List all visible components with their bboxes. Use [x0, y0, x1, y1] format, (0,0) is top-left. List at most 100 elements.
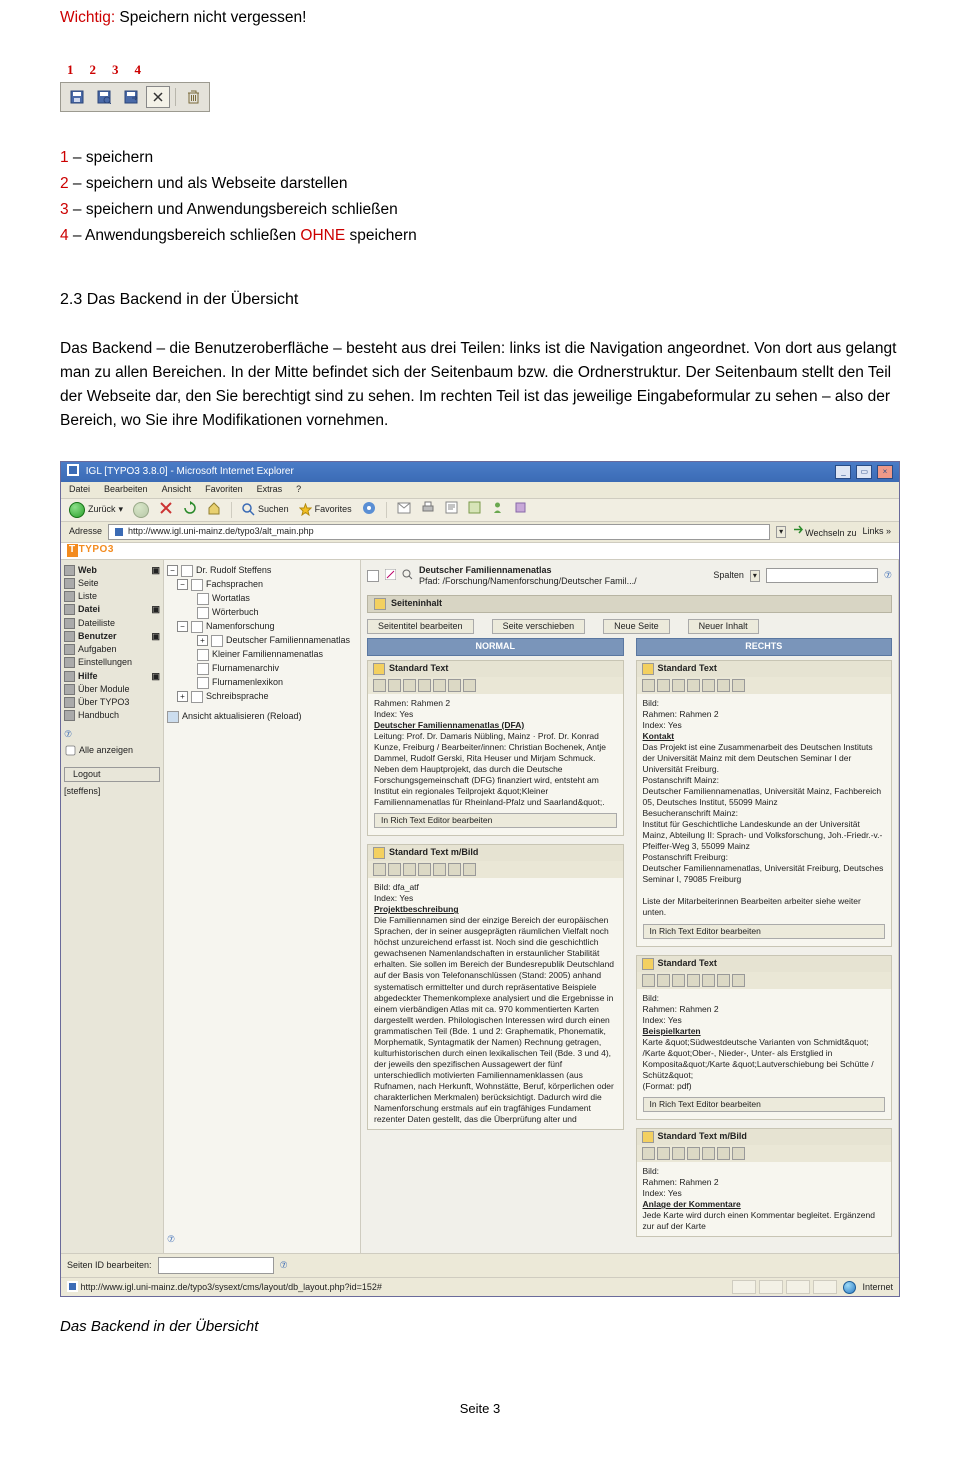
tree-item[interactable]: Wortatlas [212, 593, 250, 604]
tree-reload[interactable]: Ansicht aktualisieren (Reload) [167, 711, 357, 723]
mail-icon[interactable] [397, 502, 411, 517]
favorites-button[interactable]: Favorites [299, 503, 352, 516]
toolbar-number-labels: 1234 [67, 60, 210, 80]
view-page-icon[interactable] [402, 569, 413, 583]
minimize-icon[interactable]: _ [835, 465, 851, 479]
back-button[interactable]: Zurück ▾ [69, 502, 123, 518]
menu-file[interactable]: Datei [69, 484, 90, 495]
current-user: [steffens] [64, 786, 160, 797]
typo3-logo: TTYPO3 [61, 543, 899, 560]
important-label: Wichtig: [60, 9, 115, 26]
maximize-icon[interactable]: ▭ [856, 465, 872, 479]
address-input[interactable]: http://www.igl.uni-mainz.de/typo3/alt_ma… [108, 524, 770, 540]
tree-item[interactable]: Kleiner Familiennamenatlas [212, 649, 323, 660]
status-zone: Internet [862, 1282, 893, 1293]
content-area: Deutscher FamiliennamenatlasPfad: /Forsc… [361, 560, 899, 1254]
btn-edit-title[interactable]: Seitentitel bearbeiten [367, 619, 474, 634]
nav-sidebar: Web ▣ Seite Liste Datei ▣ Dateiliste Ben… [61, 560, 164, 1254]
section-heading: 2.3 Das Backend in der Übersicht [60, 288, 900, 313]
window-controls[interactable]: _ ▭ × [833, 465, 893, 479]
reload-icon [167, 711, 179, 723]
home-icon[interactable] [207, 501, 221, 518]
print-icon[interactable] [421, 501, 435, 517]
menu-help[interactable]: ? [296, 484, 301, 495]
tree-item[interactable]: Flurnamenarchiv [212, 663, 279, 674]
messenger-icon[interactable] [491, 501, 504, 517]
help-icon [64, 671, 75, 682]
sidebar-item-aufgaben[interactable]: Aufgaben [64, 644, 160, 655]
tree-item[interactable]: Fachsprachen [206, 579, 263, 590]
menubar[interactable]: Datei Bearbeiten Ansicht Favoriten Extra… [61, 482, 899, 499]
sidebar-item-typo3[interactable]: Über TYPO3 [64, 697, 160, 708]
columns-dropdown-icon[interactable]: ▾ [750, 570, 760, 582]
btn-new-page[interactable]: Neue Seite [603, 619, 670, 634]
page-id-input[interactable] [158, 1257, 274, 1274]
section-seiteninhalt: Seiteninhalt [367, 595, 892, 613]
tool-icon-b[interactable] [514, 501, 527, 517]
sidebar-item-modules[interactable]: Über Module [64, 684, 160, 695]
search-button[interactable]: Suchen [242, 503, 289, 516]
tree-item[interactable]: Deutscher Familiennamenatlas [226, 635, 350, 646]
btn-move-page[interactable]: Seite verschieben [492, 619, 586, 634]
columns-label: Spalten [713, 570, 744, 581]
go-button[interactable]: Wechseln zu [792, 523, 856, 539]
window-title: IGL [TYPO3 3.8.0] - Microsoft Internet E… [67, 464, 294, 479]
tree-item[interactable]: Flurnamenlexikon [212, 677, 283, 688]
menu-edit[interactable]: Bearbeiten [104, 484, 148, 495]
delete-icon [181, 86, 205, 108]
rte-button[interactable]: In Rich Text Editor bearbeiten [643, 924, 886, 939]
card-toolbar[interactable] [368, 677, 623, 694]
show-all-checkbox[interactable]: Alle anzeigen [64, 744, 160, 757]
edit-page-icon[interactable] [385, 569, 396, 583]
refresh-icon[interactable] [183, 501, 197, 518]
sidebar-item-seite[interactable]: Seite [64, 578, 160, 589]
save-icon [65, 86, 89, 108]
address-dropdown-icon[interactable]: ▾ [776, 526, 786, 538]
page-id-editor[interactable]: Seiten ID bearbeiten: ⑦ [61, 1253, 899, 1277]
forward-button[interactable] [133, 502, 149, 518]
menu-view[interactable]: Ansicht [162, 484, 192, 495]
address-label: Adresse [69, 526, 102, 537]
legend-list: 1 – speichern 2 – speichern und als Webs… [60, 146, 900, 248]
rte-button[interactable]: In Rich Text Editor bearbeiten [643, 1097, 886, 1112]
edit-icon[interactable] [445, 501, 458, 517]
menu-extras[interactable]: Extras [257, 484, 283, 495]
media-icon[interactable] [362, 501, 376, 518]
tree-item[interactable]: Schreibsprache [206, 691, 269, 702]
important-note: Wichtig: Speichern nicht vergessen! [60, 6, 900, 30]
logout-button[interactable]: Logout [64, 767, 160, 782]
close-icon [146, 86, 170, 108]
tree-item[interactable]: Wörterbuch [212, 607, 259, 618]
content-card: Standard Text m/Bild Bild: dfa_atf Index… [367, 844, 624, 1130]
window-close-icon[interactable]: × [877, 465, 893, 479]
content-card: Standard Text Rahmen: Rahmen 2 Index: Ye… [367, 660, 624, 837]
tree-item[interactable]: Namenforschung [206, 621, 275, 632]
tree-root[interactable]: −Dr. Rudolf Steffens [167, 565, 357, 577]
menu-favs[interactable]: Favoriten [205, 484, 243, 495]
column-normal: NORMAL Standard Text Rahmen: Rahmen 2 In… [367, 638, 624, 1245]
backend-screenshot: IGL [TYPO3 3.8.0] - Microsoft Internet E… [60, 461, 900, 1298]
web-icon [64, 565, 75, 576]
stop-icon[interactable] [159, 501, 173, 518]
internet-zone-icon [843, 1281, 856, 1294]
tool-icon[interactable] [373, 679, 386, 692]
rte-button[interactable]: In Rich Text Editor bearbeiten [374, 813, 617, 828]
browser-toolbar[interactable]: Zurück ▾ Suchen Favorites [61, 499, 899, 522]
search-input[interactable] [766, 568, 878, 583]
save-close-icon [119, 86, 143, 108]
sidebar-item-dateiliste[interactable]: Dateiliste [64, 618, 160, 629]
action-buttons: Seitentitel bearbeiten Seite verschieben… [367, 619, 892, 634]
btn-new-content[interactable]: Neuer Inhalt [688, 619, 759, 634]
page-tree: −Dr. Rudolf Steffens −Fachsprachen Worta… [164, 560, 361, 1254]
save-toolbar-figure: 1234 [60, 60, 210, 112]
page-number: Seite 3 [60, 1399, 900, 1419]
links-button[interactable]: Links » [862, 526, 891, 537]
sidebar-item-liste[interactable]: Liste [64, 591, 160, 602]
status-url: http://www.igl.uni-mainz.de/typo3/sysext… [81, 1282, 382, 1292]
page-icon [181, 565, 193, 577]
tool-icon-a[interactable] [468, 501, 481, 517]
address-bar[interactable]: Adresse http://www.igl.uni-mainz.de/typo… [61, 522, 899, 543]
sidebar-item-einstellungen[interactable]: Einstellungen [64, 657, 160, 668]
sidebar-item-handbuch[interactable]: Handbuch [64, 710, 160, 721]
file-icon [64, 604, 75, 615]
